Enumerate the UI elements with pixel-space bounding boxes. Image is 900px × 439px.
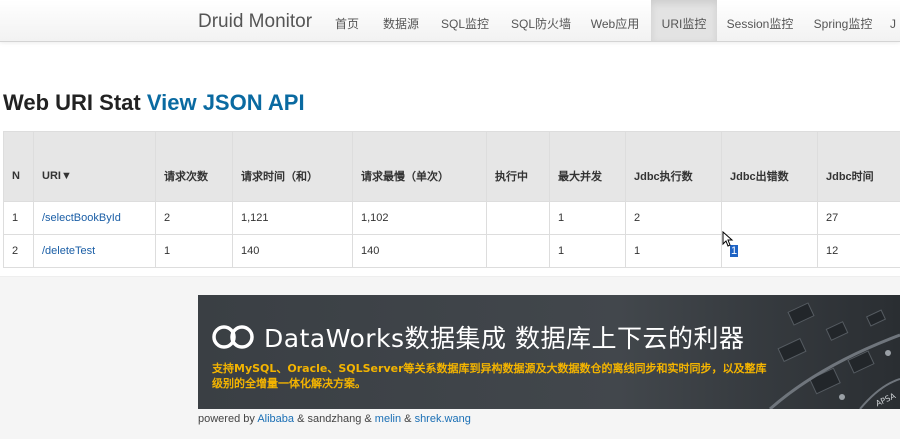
nav-item-json-api[interactable]: J	[890, 0, 900, 41]
cell-concurrent-max: 1	[550, 202, 626, 235]
cell-n: 1	[4, 202, 34, 235]
cell-request-time-sum: 140	[233, 235, 353, 268]
mouse-cursor-icon	[722, 231, 734, 247]
author-shrek-link[interactable]: shrek.wang	[415, 413, 471, 425]
ad-headline: DataWorks数据集成 数据库上下云的利器	[264, 319, 744, 355]
brand-link[interactable]: Druid Monitor	[198, 0, 312, 41]
cell-running	[487, 235, 550, 268]
nav-item-session-monitor[interactable]: Session监控	[722, 0, 798, 41]
cell-jdbc-time: 12	[818, 235, 900, 268]
ad-chip-label: APSA	[874, 391, 897, 408]
uri-stat-table: N URI▼ 请求次数 请求时间（和） 请求最慢（单次） 执行中 最大并发 Jd…	[3, 131, 900, 268]
amp-separator: &	[297, 413, 304, 425]
col-header-request-count[interactable]: 请求次数	[156, 132, 233, 202]
circuit-chips-icon: APSA	[750, 295, 900, 409]
page-title: Web URI Stat View JSON API	[3, 90, 305, 116]
author-sandzhang: sandzhang	[308, 413, 362, 425]
nav-item-datasource[interactable]: 数据源	[375, 0, 427, 41]
table-header-row: N URI▼ 请求次数 请求时间（和） 请求最慢（单次） 执行中 最大并发 Jd…	[4, 132, 900, 202]
table-row: 1 /selectBookById 2 1,121 1,102 1 2 27	[4, 202, 900, 235]
cell-jdbc-execute-count: 2	[626, 202, 722, 235]
cell-jdbc-time: 27	[818, 202, 900, 235]
page-title-text: Web URI Stat	[3, 90, 141, 115]
cell-n: 2	[4, 235, 34, 268]
ad-subtext: 支持MySQL、Oracle、SQLServer等关系数据库到异构数据源及大数据…	[212, 361, 772, 391]
cell-running	[487, 202, 550, 235]
amp-separator: &	[364, 413, 371, 425]
cell-request-count: 1	[156, 235, 233, 268]
col-header-jdbc-execute-count[interactable]: Jdbc执行数	[626, 132, 722, 202]
cell-request-count: 2	[156, 202, 233, 235]
cell-request-time-max: 140	[353, 235, 487, 268]
col-header-jdbc-time[interactable]: Jdbc时间	[818, 132, 900, 202]
nav-item-home[interactable]: 首页	[324, 0, 370, 41]
nav-item-uri-monitor[interactable]: URI监控	[651, 0, 717, 41]
top-navbar: Druid Monitor 首页 数据源 SQL监控 SQL防火墙 Web应用 …	[0, 0, 900, 42]
dataworks-ad-banner[interactable]: DataWorks数据集成 数据库上下云的利器 支持MySQL、Oracle、S…	[198, 295, 900, 409]
cell-jdbc-error-count: 1	[722, 235, 818, 268]
col-header-uri[interactable]: URI▼	[34, 132, 156, 202]
nav-item-sql-monitor[interactable]: SQL监控	[432, 0, 498, 41]
cell-jdbc-execute-count: 1	[626, 235, 722, 268]
nav-item-spring-monitor[interactable]: Spring监控	[808, 0, 878, 41]
powered-by-prefix: powered by	[198, 413, 255, 425]
col-header-n: N	[4, 132, 34, 202]
col-header-request-time-sum[interactable]: 请求时间（和）	[233, 132, 353, 202]
powered-by-footer: powered by Alibaba & sandzhang & melin &…	[198, 413, 471, 425]
amp-separator: &	[404, 413, 411, 425]
cell-uri: /selectBookById	[34, 202, 156, 235]
cell-request-time-sum: 1,121	[233, 202, 353, 235]
cell-uri: /deleteTest	[34, 235, 156, 268]
uri-link[interactable]: /selectBookById	[42, 212, 121, 224]
col-header-concurrent-max[interactable]: 最大并发	[550, 132, 626, 202]
col-header-request-time-max[interactable]: 请求最慢（单次）	[353, 132, 487, 202]
table-row: 2 /deleteTest 1 140 140 1 1 1 12	[4, 235, 900, 268]
view-json-api-link[interactable]: View JSON API	[147, 90, 305, 115]
alibaba-link[interactable]: Alibaba	[257, 413, 294, 425]
uri-link[interactable]: /deleteTest	[42, 245, 95, 257]
col-header-jdbc-error-count[interactable]: Jdbc出错数	[722, 132, 818, 202]
cell-jdbc-error-count	[722, 202, 818, 235]
nav-item-sql-firewall[interactable]: SQL防火墙	[503, 0, 579, 41]
dataworks-logo-icon	[212, 323, 258, 351]
cell-request-time-max: 1,102	[353, 202, 487, 235]
author-melin-link[interactable]: melin	[375, 413, 401, 425]
col-header-running[interactable]: 执行中	[487, 132, 550, 202]
cell-concurrent-max: 1	[550, 235, 626, 268]
nav-item-web-app[interactable]: Web应用	[584, 0, 646, 41]
